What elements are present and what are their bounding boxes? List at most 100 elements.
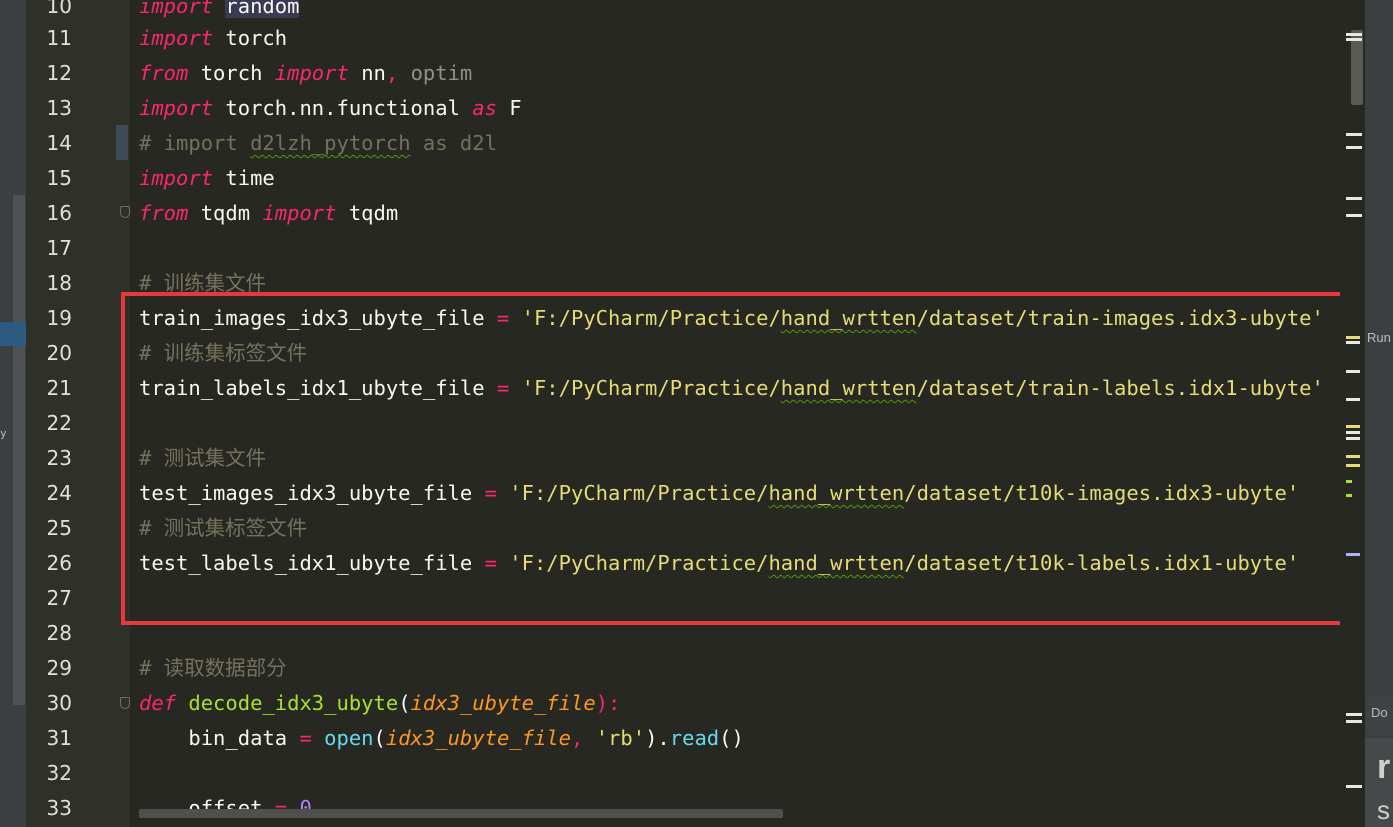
stripe-marker[interactable] [1346, 480, 1352, 483]
import-name-unused: optim [410, 61, 473, 85]
paren: ( [373, 726, 386, 750]
module-name: time [225, 166, 275, 190]
code-line-16[interactable]: from tqdm import tqdm [139, 196, 398, 231]
stripe-marker[interactable] [1346, 720, 1362, 723]
comma: , [571, 726, 584, 750]
keyword: import [139, 0, 214, 18]
line-number: 21 [46, 376, 72, 400]
operator: = [299, 726, 312, 750]
paren: ). [645, 726, 670, 750]
import-name: nn [361, 61, 386, 85]
comma: , [385, 61, 399, 85]
line-number: 14 [46, 131, 72, 155]
highlight-box [121, 292, 1365, 625]
code-line-14[interactable]: # import d2lzh_pytorch as d2l [139, 126, 497, 161]
stripe-marker[interactable] [1346, 713, 1362, 716]
right-tool-panel: Run Do r s [1365, 0, 1393, 827]
parameter: idx3_ubyte_file [410, 691, 596, 715]
stripe-marker[interactable] [1346, 214, 1362, 217]
line-number: 32 [46, 761, 72, 785]
line-number: 29 [46, 656, 72, 680]
fold-marker-icon[interactable] [120, 697, 130, 709]
paren: () [719, 726, 744, 750]
keyword: import [262, 201, 337, 225]
code-line-12[interactable]: from torch import nn, optim [139, 56, 472, 91]
stripe-marker[interactable] [1346, 553, 1360, 556]
stripe-marker[interactable] [1346, 146, 1362, 149]
documentation-tab-label: Do [1371, 705, 1388, 720]
horizontal-scrollbar-thumb[interactable] [139, 809, 783, 818]
code-line-30[interactable]: def decode_idx3_ubyte(idx3_ubyte_file): [139, 686, 620, 721]
keyword: from [139, 201, 189, 225]
line-number: 30 [46, 691, 72, 715]
paren-colon: ): [595, 691, 621, 715]
module-name: tqdm [200, 201, 251, 225]
line-number: 33 [46, 796, 72, 820]
module-name: torch [200, 61, 263, 85]
function-name: decode_idx3_ubyte [188, 691, 399, 715]
alias-name: F [509, 96, 522, 120]
stripe-marker[interactable] [1346, 133, 1362, 136]
stripe-marker[interactable] [1346, 370, 1360, 373]
stripe-marker[interactable] [1346, 197, 1362, 200]
string: 'rb' [595, 726, 646, 750]
module-name: random [225, 0, 300, 18]
paren: ( [398, 691, 411, 715]
code-line-29[interactable]: # 读取数据部分 [139, 651, 287, 686]
keyword: import [139, 96, 214, 120]
line-number: 15 [46, 166, 72, 190]
code-line-11[interactable]: import torch [139, 21, 287, 56]
line-number: 17 [46, 236, 72, 260]
import-name: tqdm [348, 201, 399, 225]
stripe-marker[interactable] [1346, 785, 1362, 788]
code-line-31[interactable]: bin_data = open(idx3_ubyte_file, 'rb').r… [139, 721, 744, 756]
builtin-function: open [324, 726, 374, 750]
run-tab[interactable]: Run [1367, 330, 1391, 345]
stripe-marker[interactable] [1346, 437, 1360, 440]
stripe-marker[interactable] [1346, 336, 1360, 339]
stripe-marker[interactable] [1346, 455, 1360, 458]
comment-part: as d2l [410, 131, 497, 155]
line-number: 20 [46, 341, 72, 365]
left-strip-glyph: y [0, 427, 7, 440]
code-line-13[interactable]: import torch.nn.functional as F [139, 91, 522, 126]
line-number: 25 [46, 516, 72, 540]
comment-part: # import [139, 131, 251, 155]
stripe-marker[interactable] [1346, 38, 1362, 41]
line-number: 23 [46, 446, 72, 470]
stripe-marker[interactable] [1346, 33, 1362, 36]
stripe-marker[interactable] [1346, 341, 1360, 344]
line-number: 27 [46, 586, 72, 610]
stripe-marker[interactable] [1346, 398, 1360, 401]
stripe-marker[interactable] [1346, 425, 1360, 428]
variable: bin_data [188, 726, 288, 750]
stripe-marker[interactable] [1346, 431, 1360, 434]
stripe-marker[interactable] [1346, 464, 1360, 467]
comment-typo: d2lzh_pytorch [250, 131, 411, 155]
fold-marker-icon[interactable] [120, 206, 130, 218]
keyword: def [139, 691, 177, 715]
left-tool-strip: y [0, 0, 26, 827]
vertical-scrollbar-thumb[interactable] [1351, 30, 1363, 105]
line-number: 26 [46, 551, 72, 575]
keyword: import [139, 26, 214, 50]
line-number: 19 [46, 306, 72, 330]
line-number: 24 [46, 481, 72, 505]
module-name: torch [225, 26, 288, 50]
stripe-marker[interactable] [1346, 494, 1352, 497]
keyword: import [139, 166, 214, 190]
left-scroll-track[interactable] [13, 195, 25, 705]
line-number: 11 [46, 26, 72, 50]
method-name: read [669, 726, 720, 750]
parameter: idx3_ubyte_file [385, 726, 572, 750]
line-number: 13 [46, 96, 72, 120]
caret-line-marker [116, 125, 128, 160]
left-selected-item[interactable] [0, 322, 26, 346]
keyword: from [139, 61, 189, 85]
line-number: 12 [46, 61, 72, 85]
line-number: 18 [46, 271, 72, 295]
line-number: 16 [46, 201, 72, 225]
code-line-15[interactable]: import time [139, 161, 275, 196]
error-stripe [1340, 0, 1365, 827]
keyword: import [274, 61, 349, 85]
